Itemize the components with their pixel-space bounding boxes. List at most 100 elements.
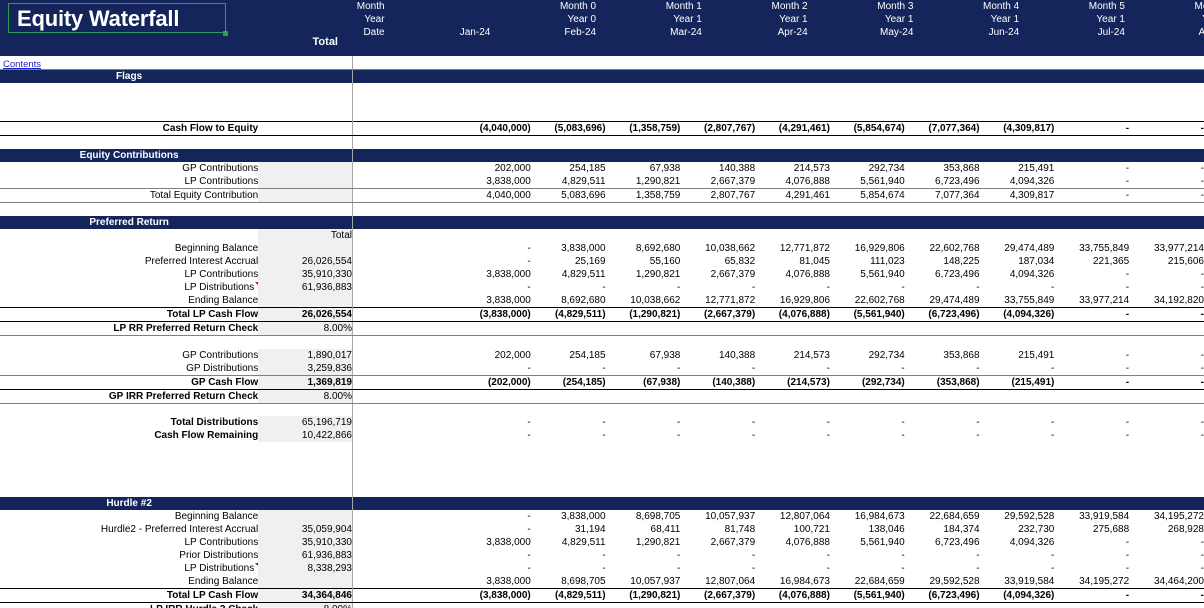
row-total-lp-cash-flow-pref: Total LP Cash Flow26,026,554(3,838,000)(… bbox=[0, 308, 1204, 322]
row-lp-irr-hurdle2-check-value-0 bbox=[381, 603, 456, 608]
row-gp-irr-preferred-return-check-label: GP IRR Preferred Return Check bbox=[0, 389, 258, 403]
column-gap bbox=[352, 255, 381, 268]
row-dist-summary-0-value-10: - bbox=[1129, 416, 1204, 429]
row-lp-irr-hurdle2-check-value-9 bbox=[1054, 603, 1129, 608]
flags-blank-row-1-value-10 bbox=[1129, 83, 1204, 96]
date-header-7: Aug-24 bbox=[1125, 26, 1204, 39]
row-pref-0-value-10: 33,977,214 bbox=[1129, 242, 1204, 255]
row-hurdle2-0-value-3: 8,698,705 bbox=[606, 510, 681, 523]
row-gp-irr-preferred-return-check-value-9 bbox=[1054, 389, 1129, 403]
row-dist-summary-0-value-3: - bbox=[606, 416, 681, 429]
row-total-lp-cash-flow-hurdle2-value-10: - bbox=[1129, 589, 1204, 603]
column-gap bbox=[352, 375, 381, 389]
equity-contributions-banner-value-7 bbox=[905, 149, 980, 162]
row-pref-4: Ending Balance3,838,0008,692,68010,038,6… bbox=[0, 294, 1204, 308]
row-gp-irr-preferred-return-check-value-1 bbox=[456, 389, 531, 403]
row-pref-2-value-10: - bbox=[1129, 268, 1204, 281]
column-gap bbox=[352, 122, 381, 136]
row-hurdle2-2-value-10: - bbox=[1129, 536, 1204, 549]
flags-blank-row-3-value-4 bbox=[680, 109, 755, 122]
column-gap bbox=[352, 389, 381, 403]
row-gp-irr-preferred-return-check-value-10 bbox=[1129, 389, 1204, 403]
preferred-return-total-subheader-value-3 bbox=[606, 229, 681, 242]
row-total-lp-cash-flow-hurdle2: Total LP Cash Flow34,364,846(3,838,000)(… bbox=[0, 589, 1204, 603]
equity-contributions-banner-value-1 bbox=[456, 149, 531, 162]
row-pref-4-value-9: 33,977,214 bbox=[1054, 294, 1129, 308]
flags-blank-row-3-value-8 bbox=[980, 109, 1055, 122]
row-hurdle2-0-value-4: 10,057,937 bbox=[680, 510, 755, 523]
row-gp-irr-preferred-return-check-value-7 bbox=[905, 389, 980, 403]
post-pref-spacer-total bbox=[258, 336, 352, 349]
page-title[interactable]: Equity Waterfall bbox=[8, 3, 226, 33]
row-hurdle2-1-value-8: 232,730 bbox=[980, 523, 1055, 536]
post-dist-spacer-1-value-3 bbox=[606, 442, 681, 456]
row-dist-summary-0-value-0 bbox=[381, 416, 456, 429]
row-pref-3-value-1: - bbox=[456, 281, 531, 294]
spreadsheet-canvas: Equity Waterfall Total Month Month 0 Mon… bbox=[0, 0, 1204, 608]
row-hurdle2-4-value-6: - bbox=[830, 562, 905, 575]
row-hurdle2-3-total: 61,936,883 bbox=[258, 549, 352, 562]
post-ec-spacer-value-10 bbox=[1129, 202, 1204, 216]
row-lp-contributions-value-4: 2,667,379 bbox=[680, 175, 755, 189]
row-pref-2-value-8: 4,094,326 bbox=[980, 268, 1055, 281]
column-gap bbox=[352, 442, 381, 456]
row-hurdle2-5-value-4: 12,807,064 bbox=[680, 575, 755, 589]
row-total-lp-cash-flow-hurdle2-value-8: (4,094,326) bbox=[980, 589, 1055, 603]
year-header-2: Year 1 bbox=[596, 13, 702, 26]
flags-blank-row-3-value-0 bbox=[381, 109, 456, 122]
row-lp-contributions-value-7: 6,723,496 bbox=[905, 175, 980, 189]
post-dist-spacer-3-total bbox=[258, 470, 352, 484]
post-dist-spacer-3-value-1 bbox=[456, 470, 531, 484]
column-gap bbox=[352, 429, 381, 442]
post-dist-spacer-3-value-3 bbox=[606, 470, 681, 484]
preferred-return-banner-value-4 bbox=[680, 216, 755, 229]
row-dist-summary-1-label: Cash Flow Remaining bbox=[0, 429, 258, 442]
row-lp-rr-preferred-return-check-value-9 bbox=[1054, 322, 1129, 336]
row-dist-summary-0-value-2: - bbox=[531, 416, 606, 429]
row-gp-irr-preferred-return-check-value-2 bbox=[531, 389, 606, 403]
row-lp-contributions-value-5: 4,076,888 bbox=[755, 175, 830, 189]
post-dist-spacer-4-value-10 bbox=[1129, 484, 1204, 497]
row-pref-3-value-2: - bbox=[531, 281, 606, 294]
row-gp-irr-preferred-return-check-value-3 bbox=[606, 389, 681, 403]
flags-banner-value-3 bbox=[606, 69, 681, 83]
row-pref-3-value-4: - bbox=[680, 281, 755, 294]
preferred-return-banner-value-8 bbox=[980, 216, 1055, 229]
contents-underline-row-value-1 bbox=[456, 56, 531, 69]
cash-flow-to-equity-row-value-7: (7,077,364) bbox=[905, 122, 980, 136]
post-dist-spacer-4-value-5 bbox=[755, 484, 830, 497]
post-cfe-spacer bbox=[0, 136, 1204, 149]
cash-flow-to-equity-row-total bbox=[258, 122, 352, 136]
year-header-6: Year 1 bbox=[1019, 13, 1125, 26]
row-gp-irr-preferred-return-check-value-5 bbox=[755, 389, 830, 403]
cash-flow-to-equity-row-value-4: (2,807,767) bbox=[680, 122, 755, 136]
row-hurdle2-2-total: 35,910,330 bbox=[258, 536, 352, 549]
preferred-return-total-subheader-value-9 bbox=[1054, 229, 1129, 242]
row-hurdle2-5-value-3: 10,057,937 bbox=[606, 575, 681, 589]
flags-banner-value-8 bbox=[980, 69, 1055, 83]
flags-blank-row-1-value-7 bbox=[905, 83, 980, 96]
column-gap bbox=[352, 497, 381, 510]
date-header-4: May-24 bbox=[808, 26, 914, 39]
row-pref-1-value-9: 221,365 bbox=[1054, 255, 1129, 268]
preferred-return-banner-value-10 bbox=[1129, 216, 1204, 229]
row-gp-contributions-value-3: 67,938 bbox=[606, 162, 681, 175]
post-dist-spacer-1-value-10 bbox=[1129, 442, 1204, 456]
row-dist-summary-1-value-3: - bbox=[606, 429, 681, 442]
post-ec-spacer-value-5 bbox=[755, 202, 830, 216]
row-hurdle2-5-value-1: 3,838,000 bbox=[456, 575, 531, 589]
row-gp-contributions-value-1: 202,000 bbox=[456, 162, 531, 175]
flags-blank-row-1-value-2 bbox=[531, 83, 606, 96]
hurdle2-banner-value-4 bbox=[680, 497, 755, 510]
row-lp-contributions-value-6: 5,561,940 bbox=[830, 175, 905, 189]
row-total-lp-cash-flow-pref-value-6: (5,561,940) bbox=[830, 308, 905, 322]
column-gap bbox=[352, 136, 381, 149]
header-row-label-month: Month bbox=[344, 0, 385, 13]
row-pref-4-value-6: 22,602,768 bbox=[830, 294, 905, 308]
preferred-return-total-subheader-value-1 bbox=[456, 229, 531, 242]
flags-blank-row-1-label bbox=[0, 83, 258, 96]
row-gp-1-value-10: - bbox=[1129, 362, 1204, 376]
post-pref-spacer-value-7 bbox=[905, 336, 980, 349]
row-lp-contributions-value-0 bbox=[381, 175, 456, 189]
row-hurdle2-2-value-0 bbox=[381, 536, 456, 549]
